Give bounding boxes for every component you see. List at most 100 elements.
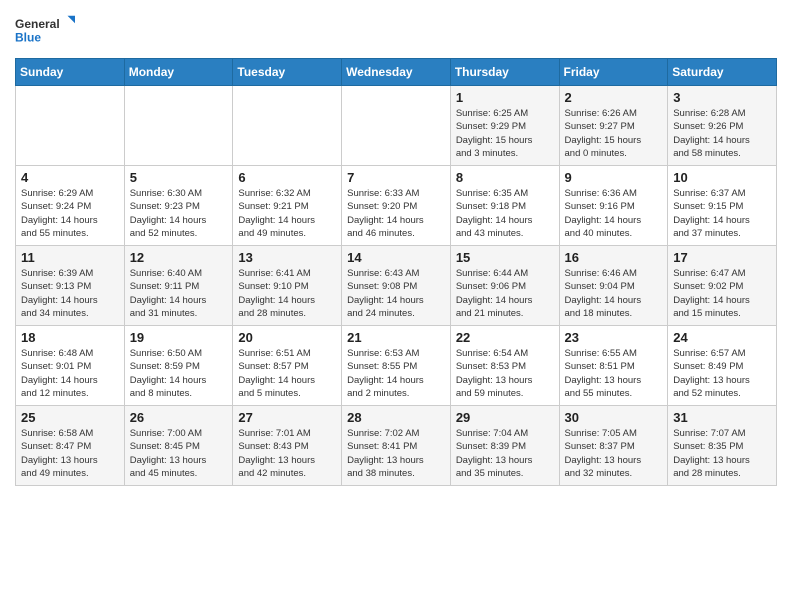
day-number: 27 <box>238 410 336 425</box>
day-info: Sunrise: 6:41 AM Sunset: 9:10 PM Dayligh… <box>238 267 336 320</box>
day-info: Sunrise: 6:57 AM Sunset: 8:49 PM Dayligh… <box>673 347 771 400</box>
calendar-cell: 29 Sunrise: 7:04 AM Sunset: 8:39 PM Dayli… <box>450 406 559 486</box>
logo: General Blue <box>15 10 75 50</box>
day-info: Sunrise: 6:54 AM Sunset: 8:53 PM Dayligh… <box>456 347 554 400</box>
calendar-cell: 28 Sunrise: 7:02 AM Sunset: 8:41 PM Dayli… <box>342 406 451 486</box>
day-info: Sunrise: 6:32 AM Sunset: 9:21 PM Dayligh… <box>238 187 336 240</box>
day-number: 17 <box>673 250 771 265</box>
svg-text:General: General <box>15 17 60 31</box>
calendar-cell: 3 Sunrise: 6:28 AM Sunset: 9:26 PM Daylig… <box>668 86 777 166</box>
calendar-cell: 25 Sunrise: 6:58 AM Sunset: 8:47 PM Dayli… <box>16 406 125 486</box>
day-number: 18 <box>21 330 119 345</box>
day-info: Sunrise: 7:01 AM Sunset: 8:43 PM Dayligh… <box>238 427 336 480</box>
calendar-cell: 24Sunrise: 6:57 AM Sunset: 8:49 PM Dayli… <box>668 326 777 406</box>
calendar-cell: 1 Sunrise: 6:25 AM Sunset: 9:29 PM Daylig… <box>450 86 559 166</box>
calendar-week-row: 1 Sunrise: 6:25 AM Sunset: 9:29 PM Daylig… <box>16 86 777 166</box>
day-info: Sunrise: 6:36 AM Sunset: 9:16 PM Dayligh… <box>565 187 663 240</box>
day-info: Sunrise: 6:35 AM Sunset: 9:18 PM Dayligh… <box>456 187 554 240</box>
calendar-cell: 6 Sunrise: 6:32 AM Sunset: 9:21 PM Daylig… <box>233 166 342 246</box>
day-info: Sunrise: 6:33 AM Sunset: 9:20 PM Dayligh… <box>347 187 445 240</box>
day-number: 7 <box>347 170 445 185</box>
day-info: Sunrise: 6:48 AM Sunset: 9:01 PM Dayligh… <box>21 347 119 400</box>
day-number: 16 <box>565 250 663 265</box>
day-number: 5 <box>130 170 228 185</box>
calendar-week-row: 18 Sunrise: 6:48 AM Sunset: 9:01 PM Dayli… <box>16 326 777 406</box>
calendar-cell: 19 Sunrise: 6:50 AM Sunset: 8:59 PM Dayli… <box>124 326 233 406</box>
calendar-week-row: 4 Sunrise: 6:29 AM Sunset: 9:24 PM Daylig… <box>16 166 777 246</box>
day-number: 11 <box>21 250 119 265</box>
calendar-cell: 30Sunrise: 7:05 AM Sunset: 8:37 PM Dayli… <box>559 406 668 486</box>
calendar-cell: 2Sunrise: 6:26 AM Sunset: 9:27 PM Daylig… <box>559 86 668 166</box>
day-info: Sunrise: 6:25 AM Sunset: 9:29 PM Dayligh… <box>456 107 554 160</box>
calendar-cell: 9 Sunrise: 6:36 AM Sunset: 9:16 PM Daylig… <box>559 166 668 246</box>
logo-svg: General Blue <box>15 10 75 50</box>
day-info: Sunrise: 6:28 AM Sunset: 9:26 PM Dayligh… <box>673 107 771 160</box>
day-info: Sunrise: 6:55 AM Sunset: 8:51 PM Dayligh… <box>565 347 663 400</box>
page-header: General Blue <box>15 10 777 50</box>
day-info: Sunrise: 6:26 AM Sunset: 9:27 PM Dayligh… <box>565 107 663 160</box>
calendar-week-row: 11 Sunrise: 6:39 AM Sunset: 9:13 PM Dayli… <box>16 246 777 326</box>
calendar-table: SundayMondayTuesdayWednesdayThursdayFrid… <box>15 58 777 486</box>
day-number: 29 <box>456 410 554 425</box>
day-info: Sunrise: 7:07 AM Sunset: 8:35 PM Dayligh… <box>673 427 771 480</box>
calendar-cell: 21 Sunrise: 6:53 AM Sunset: 8:55 PM Dayli… <box>342 326 451 406</box>
day-number: 3 <box>673 90 771 105</box>
day-number: 6 <box>238 170 336 185</box>
day-info: Sunrise: 6:37 AM Sunset: 9:15 PM Dayligh… <box>673 187 771 240</box>
calendar-cell: 18 Sunrise: 6:48 AM Sunset: 9:01 PM Dayli… <box>16 326 125 406</box>
weekday-header-sunday: Sunday <box>16 59 125 86</box>
weekday-header-thursday: Thursday <box>450 59 559 86</box>
day-info: Sunrise: 6:51 AM Sunset: 8:57 PM Dayligh… <box>238 347 336 400</box>
calendar-cell: 10Sunrise: 6:37 AM Sunset: 9:15 PM Dayli… <box>668 166 777 246</box>
day-number: 15 <box>456 250 554 265</box>
weekday-header-friday: Friday <box>559 59 668 86</box>
day-info: Sunrise: 6:39 AM Sunset: 9:13 PM Dayligh… <box>21 267 119 320</box>
calendar-cell: 4 Sunrise: 6:29 AM Sunset: 9:24 PM Daylig… <box>16 166 125 246</box>
weekday-header-wednesday: Wednesday <box>342 59 451 86</box>
calendar-cell: 14Sunrise: 6:43 AM Sunset: 9:08 PM Dayli… <box>342 246 451 326</box>
day-number: 19 <box>130 330 228 345</box>
calendar-cell <box>342 86 451 166</box>
day-info: Sunrise: 7:05 AM Sunset: 8:37 PM Dayligh… <box>565 427 663 480</box>
day-info: Sunrise: 7:04 AM Sunset: 8:39 PM Dayligh… <box>456 427 554 480</box>
calendar-cell: 31 Sunrise: 7:07 AM Sunset: 8:35 PM Dayli… <box>668 406 777 486</box>
calendar-cell: 17 Sunrise: 6:47 AM Sunset: 9:02 PM Dayli… <box>668 246 777 326</box>
day-number: 22 <box>456 330 554 345</box>
day-info: Sunrise: 7:00 AM Sunset: 8:45 PM Dayligh… <box>130 427 228 480</box>
calendar-cell: 20Sunrise: 6:51 AM Sunset: 8:57 PM Dayli… <box>233 326 342 406</box>
day-info: Sunrise: 6:47 AM Sunset: 9:02 PM Dayligh… <box>673 267 771 320</box>
calendar-cell: 11 Sunrise: 6:39 AM Sunset: 9:13 PM Dayli… <box>16 246 125 326</box>
day-number: 25 <box>21 410 119 425</box>
weekday-header-row: SundayMondayTuesdayWednesdayThursdayFrid… <box>16 59 777 86</box>
day-info: Sunrise: 6:53 AM Sunset: 8:55 PM Dayligh… <box>347 347 445 400</box>
day-info: Sunrise: 7:02 AM Sunset: 8:41 PM Dayligh… <box>347 427 445 480</box>
calendar-cell: 16 Sunrise: 6:46 AM Sunset: 9:04 PM Dayli… <box>559 246 668 326</box>
svg-text:Blue: Blue <box>15 30 41 44</box>
day-info: Sunrise: 6:29 AM Sunset: 9:24 PM Dayligh… <box>21 187 119 240</box>
calendar-cell: 7 Sunrise: 6:33 AM Sunset: 9:20 PM Daylig… <box>342 166 451 246</box>
day-number: 1 <box>456 90 554 105</box>
day-info: Sunrise: 6:50 AM Sunset: 8:59 PM Dayligh… <box>130 347 228 400</box>
day-number: 9 <box>565 170 663 185</box>
calendar-cell <box>124 86 233 166</box>
calendar-cell <box>233 86 342 166</box>
calendar-cell: 27 Sunrise: 7:01 AM Sunset: 8:43 PM Dayli… <box>233 406 342 486</box>
calendar-cell: 13 Sunrise: 6:41 AM Sunset: 9:10 PM Dayli… <box>233 246 342 326</box>
calendar-cell: 23Sunrise: 6:55 AM Sunset: 8:51 PM Dayli… <box>559 326 668 406</box>
day-number: 26 <box>130 410 228 425</box>
calendar-cell: 5Sunrise: 6:30 AM Sunset: 9:23 PM Daylig… <box>124 166 233 246</box>
day-number: 4 <box>21 170 119 185</box>
day-number: 21 <box>347 330 445 345</box>
calendar-week-row: 25 Sunrise: 6:58 AM Sunset: 8:47 PM Dayli… <box>16 406 777 486</box>
day-number: 13 <box>238 250 336 265</box>
day-number: 14 <box>347 250 445 265</box>
day-info: Sunrise: 6:40 AM Sunset: 9:11 PM Dayligh… <box>130 267 228 320</box>
day-number: 31 <box>673 410 771 425</box>
day-info: Sunrise: 6:46 AM Sunset: 9:04 PM Dayligh… <box>565 267 663 320</box>
calendar-cell: 22 Sunrise: 6:54 AM Sunset: 8:53 PM Dayli… <box>450 326 559 406</box>
calendar-cell: 26 Sunrise: 7:00 AM Sunset: 8:45 PM Dayli… <box>124 406 233 486</box>
day-info: Sunrise: 6:58 AM Sunset: 8:47 PM Dayligh… <box>21 427 119 480</box>
calendar-cell: 15Sunrise: 6:44 AM Sunset: 9:06 PM Dayli… <box>450 246 559 326</box>
day-number: 28 <box>347 410 445 425</box>
day-number: 8 <box>456 170 554 185</box>
